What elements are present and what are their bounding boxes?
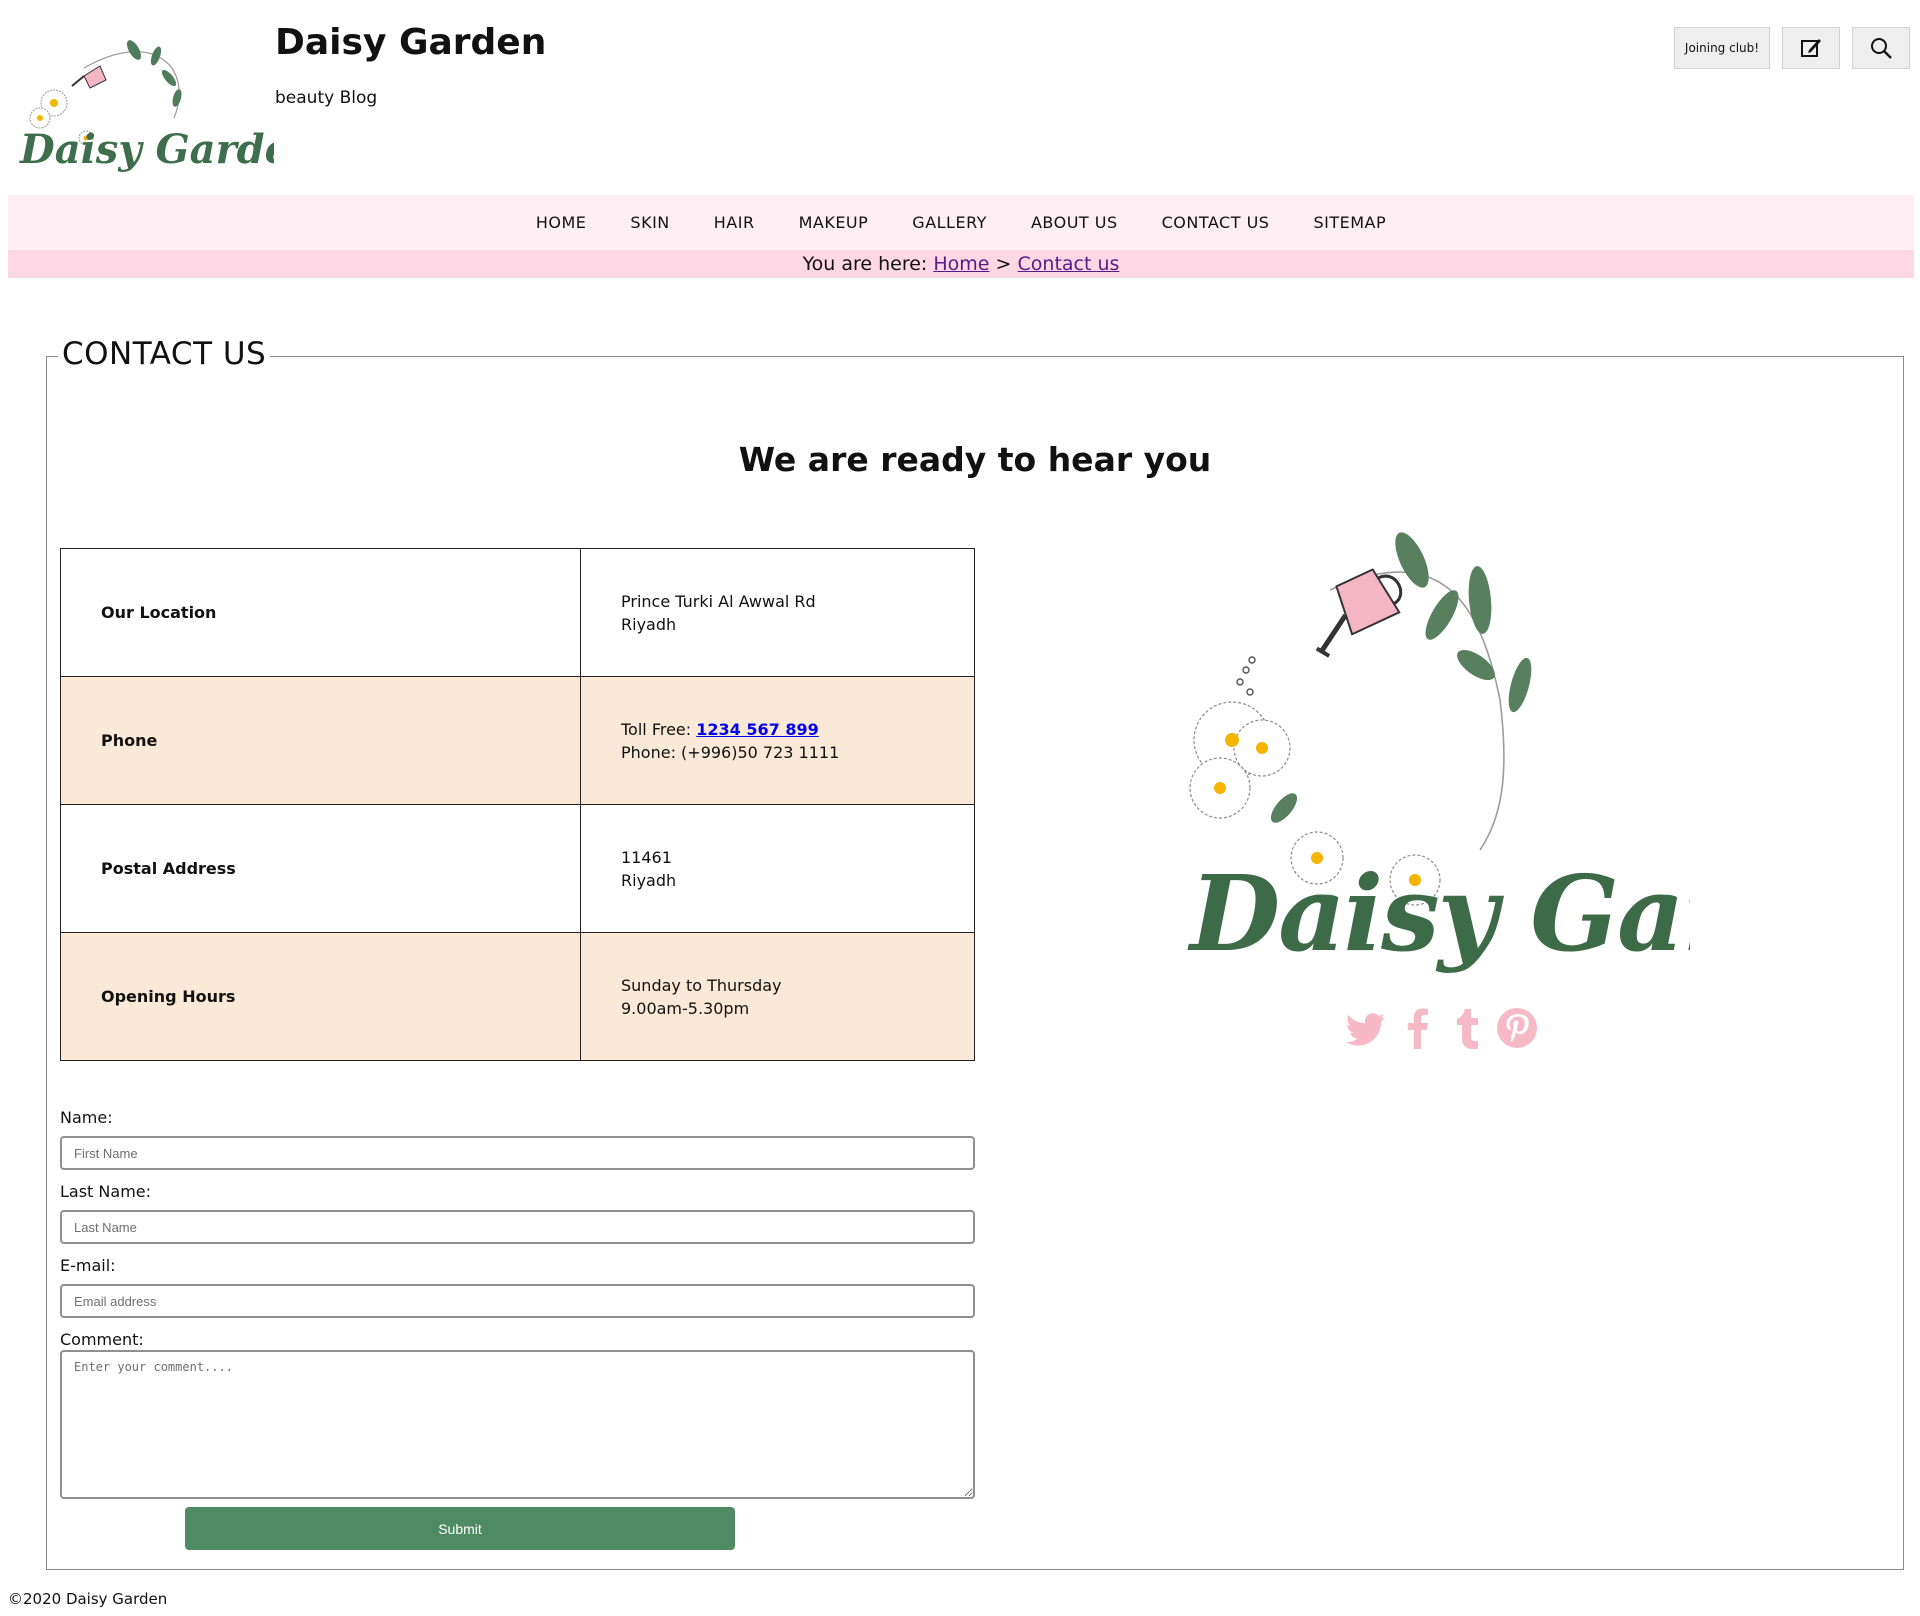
last-name-input[interactable] — [60, 1210, 975, 1244]
breadcrumb-prefix: You are here: — [802, 253, 928, 275]
twitter-icon[interactable] — [1345, 1003, 1389, 1053]
postal-label: Postal Address — [60, 804, 581, 933]
nav-item-gallery[interactable]: GALLERY — [912, 213, 987, 232]
nav-item-hair[interactable]: HAIR — [714, 213, 755, 232]
nav-item-about-us[interactable]: ABOUT US — [1031, 213, 1118, 232]
nav-item-home[interactable]: HOME — [536, 213, 587, 232]
comment-textarea[interactable] — [60, 1350, 975, 1499]
social-links — [1345, 1003, 1539, 1053]
edit-button[interactable] — [1782, 27, 1840, 69]
phone-line: Phone: (+996)50 723 1111 — [621, 742, 840, 762]
pinterest-icon[interactable] — [1495, 1003, 1539, 1053]
svg-text:Daisy Garden: Daisy Garden — [19, 126, 274, 173]
postal-line-1: 11461 — [621, 847, 672, 867]
hours-line-1: Sunday to Thursday — [621, 975, 782, 995]
search-icon — [1871, 38, 1892, 59]
tumblr-icon[interactable] — [1445, 1003, 1489, 1053]
toll-free-line: Toll Free: 1234 567 899 — [621, 718, 973, 741]
hours-line-2: 9.00am-5.30pm — [621, 998, 750, 1018]
breadcrumb-home-link[interactable]: Home — [933, 253, 989, 275]
edit-icon — [1801, 39, 1821, 57]
breadcrumb-separator: > — [995, 253, 1012, 275]
last-name-label: Last Name: — [60, 1182, 152, 1201]
table-row: Postal Address 11461 Riyadh — [60, 804, 975, 933]
submit-button[interactable]: Submit — [185, 1507, 735, 1550]
phone-value: Toll Free: 1234 567 899 Phone: (+996)50 … — [580, 676, 975, 805]
postal-line-2: Riyadh — [621, 870, 677, 890]
email-label: E-mail: — [60, 1256, 116, 1275]
contact-info-table: Our Location Prince Turki Al Awwal Rd Ri… — [60, 548, 975, 1061]
postal-value: 11461 Riyadh — [580, 804, 975, 933]
first-name-input[interactable] — [60, 1136, 975, 1170]
site-title: Daisy Garden — [275, 22, 547, 63]
toll-free-link[interactable]: 1234 567 899 — [696, 720, 818, 739]
nav-item-contact-us[interactable]: CONTACT US — [1162, 213, 1270, 232]
email-input[interactable] — [60, 1284, 975, 1318]
hours-label: Opening Hours — [60, 932, 581, 1061]
location-label: Our Location — [60, 548, 581, 677]
site-header: Daisy Garden Daisy Garden beauty Blog Jo… — [0, 0, 1920, 195]
site-tagline: beauty Blog — [275, 88, 378, 108]
breadcrumb: You are here: Home > Contact us — [8, 250, 1914, 278]
location-line-2: Riyadh — [621, 614, 677, 634]
location-value: Prince Turki Al Awwal Rd Riyadh — [580, 548, 975, 677]
contact-legend: CONTACT US — [58, 336, 271, 372]
footer-copyright: ©2020 Daisy Garden — [8, 1590, 168, 1608]
nav-item-makeup[interactable]: MAKEUP — [799, 213, 869, 232]
search-button[interactable] — [1852, 27, 1910, 69]
comment-label: Comment: — [60, 1330, 144, 1349]
name-label: Name: — [60, 1108, 113, 1127]
nav-item-sitemap[interactable]: SITEMAP — [1313, 213, 1386, 232]
table-row: Opening Hours Sunday to Thursday 9.00am-… — [60, 932, 975, 1061]
joining-club-button[interactable]: Joining club! — [1674, 27, 1770, 69]
contact-heading: We are ready to hear you — [738, 440, 1212, 479]
toll-free-label: Toll Free: — [621, 719, 692, 739]
nav-item-skin[interactable]: SKIN — [630, 213, 669, 232]
site-logo[interactable]: Daisy Garden — [14, 28, 274, 178]
location-line-1: Prince Turki Al Awwal Rd — [621, 591, 816, 611]
daisy-garden-logo: Daisy Garden — [1187, 532, 1690, 975]
table-row: Our Location Prince Turki Al Awwal Rd Ri… — [60, 548, 975, 677]
facebook-icon[interactable] — [1395, 1003, 1439, 1053]
svg-text:Daisy Garden: Daisy Garden — [1187, 852, 1690, 975]
phone-label: Phone — [60, 676, 581, 805]
hours-value: Sunday to Thursday 9.00am-5.30pm — [580, 932, 975, 1061]
main-nav: HOME SKIN HAIR MAKEUP GALLERY ABOUT US C… — [8, 195, 1914, 250]
table-row: Phone Toll Free: 1234 567 899 Phone: (+9… — [60, 676, 975, 805]
breadcrumb-current-link[interactable]: Contact us — [1018, 253, 1120, 275]
